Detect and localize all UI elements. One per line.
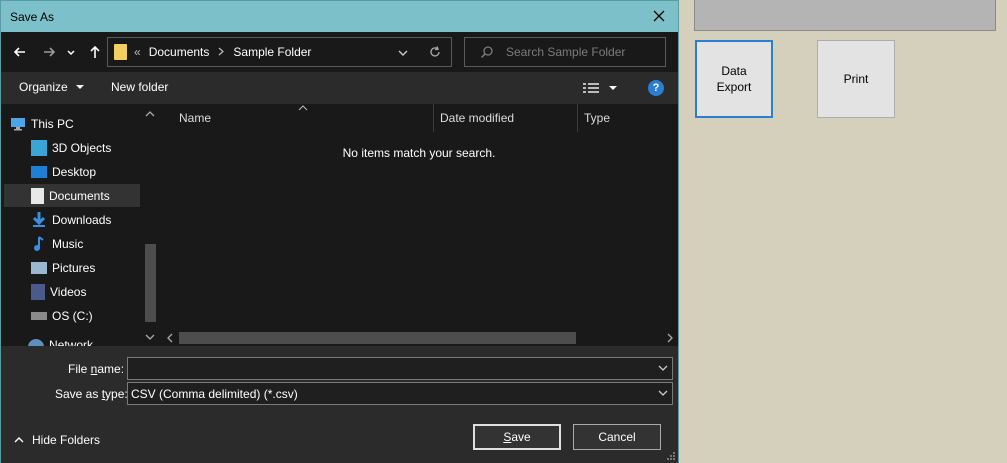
column-header-date-modified[interactable]: Date modified <box>440 104 514 132</box>
breadcrumb-separator-icon <box>218 45 225 59</box>
file-name-dropdown-icon <box>658 365 668 371</box>
save-as-dialog: Save As « Documents Sample Folder Search… <box>0 0 679 463</box>
nav-label: 3D Objects <box>52 140 112 155</box>
column-header-type[interactable]: Type <box>584 104 610 132</box>
dialog-footer: File name: Save as type: CSV (Comma deli… <box>1 346 678 463</box>
nav-label: Network <box>49 338 94 346</box>
organize-menu[interactable]: Organize <box>19 80 85 94</box>
nav-item-documents[interactable]: Documents <box>4 184 140 207</box>
nav-label: Pictures <box>52 260 96 275</box>
scroll-left-icon <box>167 333 173 343</box>
print-button[interactable]: Print <box>817 40 895 118</box>
column-separator[interactable] <box>433 104 434 132</box>
sort-ascending-icon <box>298 105 308 111</box>
nav-label: Documents <box>49 188 110 203</box>
breadcrumb-sample-folder[interactable]: Sample Folder <box>233 45 311 59</box>
nav-label: Videos <box>50 284 87 299</box>
chevron-up-icon <box>14 437 24 443</box>
nav-label: This PC <box>31 116 74 131</box>
cube-icon <box>31 139 47 156</box>
resize-grip-icon[interactable] <box>666 451 676 461</box>
desktop-icon <box>31 165 47 178</box>
download-icon <box>31 211 47 228</box>
dialog-title: Save As <box>10 9 55 24</box>
nav-label: Music <box>52 236 84 251</box>
scroll-down-icon <box>145 334 155 340</box>
network-icon <box>28 339 44 346</box>
navigation-scroll-thumb[interactable] <box>145 244 156 322</box>
dialog-titlebar[interactable]: Save As <box>1 1 678 32</box>
save-as-type-dropdown-icon <box>658 390 668 396</box>
drive-icon <box>31 311 47 320</box>
forward-icon[interactable] <box>39 42 59 62</box>
music-icon <box>31 235 47 252</box>
new-folder-button[interactable]: New folder <box>111 80 168 94</box>
nav-label: OS (C:) <box>52 308 93 323</box>
videos-icon <box>31 283 45 300</box>
save-button[interactable]: Save <box>473 424 561 450</box>
address-row: « Documents Sample Folder Search Sample … <box>1 32 678 72</box>
address-dropdown-icon[interactable] <box>397 47 409 61</box>
back-icon[interactable] <box>10 42 30 62</box>
address-bar[interactable]: « Documents Sample Folder <box>107 37 452 67</box>
file-name-field[interactable] <box>127 357 673 380</box>
horizontal-scroll-thumb[interactable] <box>179 332 576 344</box>
search-input[interactable]: Search Sample Folder <box>464 37 666 67</box>
command-bar: Organize New folder ? <box>1 72 678 104</box>
cancel-button[interactable]: Cancel <box>573 424 661 450</box>
nav-label: Desktop <box>52 164 97 179</box>
save-as-type-label: Save as type: <box>55 387 128 401</box>
nav-label: Downloads <box>52 212 112 227</box>
save-as-type-value: CSV (Comma delimited) (*.csv) <box>131 386 298 401</box>
empty-message: No items match your search. <box>342 146 496 160</box>
save-as-type-select[interactable]: CSV (Comma delimited) (*.csv) <box>127 382 673 405</box>
scroll-up-icon <box>145 111 155 117</box>
hide-folders-toggle[interactable]: Hide Folders <box>14 433 100 447</box>
horizontal-scrollbar[interactable] <box>160 329 678 346</box>
recent-locations-chevron-icon[interactable] <box>64 42 78 62</box>
organize-chevron-down-icon <box>76 85 85 89</box>
search-placeholder: Search Sample Folder <box>506 45 626 59</box>
file-list[interactable]: Name Date modified Type No items match y… <box>160 104 678 346</box>
refresh-icon[interactable] <box>428 45 442 62</box>
pictures-icon <box>31 261 47 274</box>
data-export-button[interactable]: Data Export <box>695 40 773 118</box>
column-separator[interactable] <box>577 104 578 132</box>
breadcrumb-documents[interactable]: Documents <box>149 45 210 59</box>
folder-icon <box>114 44 127 60</box>
navigation-scrollbar[interactable] <box>142 104 158 346</box>
up-icon[interactable] <box>85 42 105 62</box>
search-icon <box>480 45 494 59</box>
background-header-bar <box>694 0 996 31</box>
scroll-right-icon <box>667 333 673 343</box>
address-overflow[interactable]: « <box>134 45 141 59</box>
file-name-label: File name: <box>68 362 125 376</box>
close-icon[interactable] <box>650 7 668 25</box>
computer-icon <box>10 116 26 132</box>
help-icon[interactable]: ? <box>648 80 664 96</box>
view-options-icon[interactable] <box>583 82 619 97</box>
dialog-content: This PC 3D Objects Desktop Documents Dow… <box>1 104 678 346</box>
nav-item-this-pc[interactable]: This PC <box>10 112 146 135</box>
column-header-name[interactable]: Name <box>179 104 211 132</box>
document-icon <box>31 187 44 204</box>
navigation-pane[interactable]: This PC 3D Objects Desktop Documents Dow… <box>1 104 160 346</box>
